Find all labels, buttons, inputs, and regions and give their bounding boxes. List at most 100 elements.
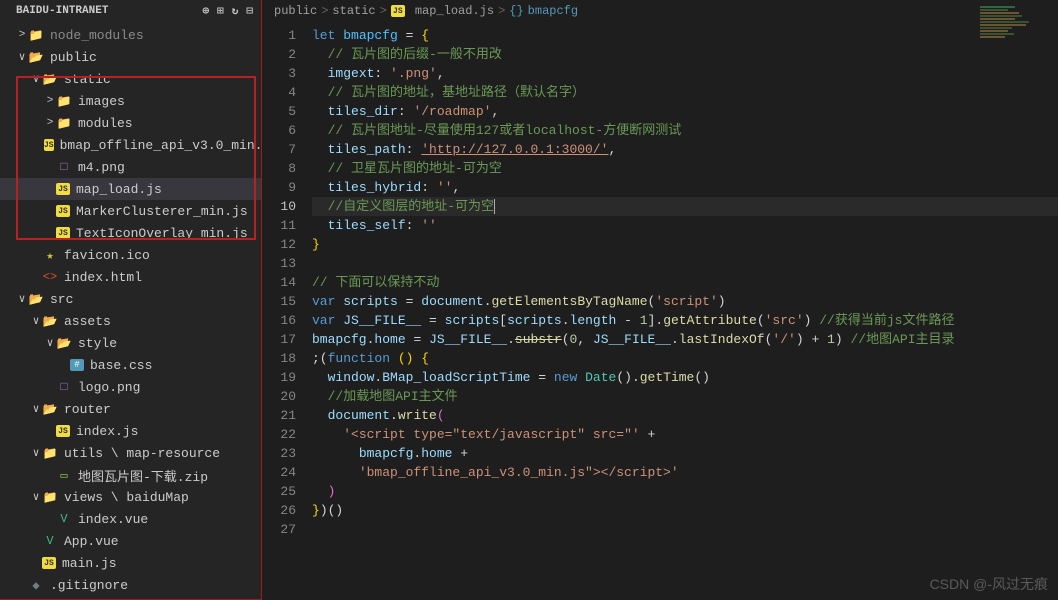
collapse-icon[interactable]: ⊟: [246, 4, 253, 18]
chevron-icon[interactable]: ∨: [30, 72, 42, 86]
folder-icon: 📁: [28, 27, 44, 43]
JS-icon: JS: [56, 183, 70, 195]
tree-item[interactable]: ▭地图瓦片图-下载.zip: [0, 464, 261, 486]
chevron-icon[interactable]: ∨: [30, 402, 42, 416]
folder-open-icon: 📂: [42, 313, 58, 329]
tree-item[interactable]: >📁images: [0, 90, 261, 112]
★-icon: ★: [42, 247, 58, 263]
#-icon: [70, 359, 84, 371]
tree-item[interactable]: ∨📁views \ baiduMap: [0, 486, 261, 508]
tree-item[interactable]: JSbmap_offline_api_v3.0_min.js: [0, 134, 261, 156]
code-line[interactable]: tiles_self: '': [312, 216, 1058, 235]
code-line[interactable]: tiles_path: 'http://127.0.0.1:3000/',: [312, 140, 1058, 159]
code-line[interactable]: [312, 520, 1058, 539]
code-line[interactable]: })(): [312, 501, 1058, 520]
code-editor[interactable]: 1234567891011121314151617181920212223242…: [262, 22, 1058, 600]
code-line[interactable]: //自定义图层的地址-可为空: [312, 197, 1058, 216]
tree-item[interactable]: JSindex.js: [0, 420, 261, 442]
minimap[interactable]: [980, 6, 1050, 86]
refresh-icon[interactable]: ↻: [232, 4, 239, 18]
code-line[interactable]: // 瓦片图的后缀-一般不用改: [312, 45, 1058, 64]
tree-item[interactable]: JSmain.js: [0, 552, 261, 574]
code-line[interactable]: // 瓦片图地址-尽量使用127或者localhost-方便断网测试: [312, 121, 1058, 140]
tree-item[interactable]: ∨📂router: [0, 398, 261, 420]
code-line[interactable]: bmapcfg.home = JS__FILE__.substr(0, JS__…: [312, 330, 1058, 349]
code-line[interactable]: // 卫星瓦片图的地址-可为空: [312, 159, 1058, 178]
tree-item[interactable]: JSTextIconOverlay_min.js: [0, 222, 261, 244]
code-line[interactable]: var scripts = document.getElementsByTagN…: [312, 292, 1058, 311]
tree-item[interactable]: Vindex.vue: [0, 508, 261, 530]
code-content[interactable]: let bmapcfg = { // 瓦片图的后缀-一般不用改 imgext: …: [312, 22, 1058, 600]
line-number: 17: [262, 330, 296, 349]
chevron-icon[interactable]: ∨: [30, 314, 42, 328]
chevron-icon[interactable]: ∨: [44, 336, 56, 350]
tree-item[interactable]: □m4.png: [0, 156, 261, 178]
folder-icon: 📁: [42, 489, 58, 505]
tree-item[interactable]: □logo.png: [0, 376, 261, 398]
chevron-icon[interactable]: ∨: [16, 50, 28, 64]
code-line[interactable]: '<script type="text/javascript" src="' +: [312, 425, 1058, 444]
tree-item[interactable]: base.css: [0, 354, 261, 376]
breadcrumb-item[interactable]: public: [274, 4, 317, 18]
□-icon: □: [56, 159, 72, 175]
tree-item[interactable]: JSMarkerClusterer_min.js: [0, 200, 261, 222]
tree-item[interactable]: ∨📂static: [0, 68, 261, 90]
line-number: 27: [262, 520, 296, 539]
tree-item-label: App.vue: [64, 534, 261, 549]
code-line[interactable]: imgext: '.png',: [312, 64, 1058, 83]
line-number: 7: [262, 140, 296, 159]
tree-item[interactable]: ∨📂assets: [0, 310, 261, 332]
tree-item[interactable]: VApp.vue: [0, 530, 261, 552]
chevron-icon[interactable]: ∨: [30, 446, 42, 460]
code-line[interactable]: //加载地图API主文件: [312, 387, 1058, 406]
tree-item[interactable]: ∨📁utils \ map-resource: [0, 442, 261, 464]
tree-item[interactable]: JSmap_load.js: [0, 178, 261, 200]
explorer-header: BAIDU-INTRANET ⊕ ⊞ ↻ ⊟: [0, 0, 261, 22]
tree-item[interactable]: >📁 node_modules: [0, 24, 261, 46]
code-line[interactable]: // 瓦片图的地址，基地址路径（默认名字）: [312, 83, 1058, 102]
line-number: 18: [262, 349, 296, 368]
tree-item[interactable]: >📁modules: [0, 112, 261, 134]
folder-open-icon: 📂: [42, 71, 58, 87]
tree-item[interactable]: ∨📂src: [0, 288, 261, 310]
breadcrumb-item[interactable]: {}bmapcfg: [509, 4, 578, 18]
code-line[interactable]: ): [312, 482, 1058, 501]
code-line[interactable]: [312, 254, 1058, 273]
code-line[interactable]: let bmapcfg = {: [312, 26, 1058, 45]
line-number: 14: [262, 273, 296, 292]
code-line[interactable]: ;(function () {: [312, 349, 1058, 368]
code-line[interactable]: }: [312, 235, 1058, 254]
new-file-icon[interactable]: ⊕: [203, 4, 210, 18]
chevron-icon[interactable]: >: [44, 95, 56, 107]
breadcrumbs[interactable]: public>static>JSmap_load.js>{}bmapcfg: [262, 0, 1058, 22]
code-line[interactable]: document.write(: [312, 406, 1058, 425]
V-icon: V: [56, 511, 72, 527]
code-line[interactable]: window.BMap_loadScriptTime = new Date().…: [312, 368, 1058, 387]
tree-item[interactable]: <>index.html: [0, 266, 261, 288]
file-tree[interactable]: >📁node_modules∨📂public∨📂static>📁images>📁…: [0, 22, 261, 599]
code-line[interactable]: tiles_dir: '/roadmap',: [312, 102, 1058, 121]
chevron-icon[interactable]: ∨: [30, 490, 42, 504]
line-gutter: 1234567891011121314151617181920212223242…: [262, 22, 312, 600]
code-line[interactable]: var JS__FILE__ = scripts[scripts.length …: [312, 311, 1058, 330]
tree-item[interactable]: ∨📂style: [0, 332, 261, 354]
line-number: 4: [262, 83, 296, 102]
chevron-icon[interactable]: ∨: [16, 292, 28, 306]
tree-item[interactable]: ◆.gitignore: [0, 574, 261, 596]
code-line[interactable]: tiles_hybrid: '',: [312, 178, 1058, 197]
code-line[interactable]: 'bmap_offline_api_v3.0_min.js"></script>…: [312, 463, 1058, 482]
chevron-icon[interactable]: >: [16, 29, 28, 41]
breadcrumb-item[interactable]: static: [332, 4, 375, 18]
JS-icon: JS: [42, 557, 56, 569]
watermark: CSDN @-风过无痕: [930, 574, 1048, 594]
breadcrumb-item[interactable]: JSmap_load.js: [391, 4, 494, 18]
tree-item[interactable]: ∨📂public: [0, 46, 261, 68]
tree-item[interactable]: ★favicon.ico: [0, 244, 261, 266]
JS-icon: JS: [56, 205, 70, 217]
new-folder-icon[interactable]: ⊞: [217, 4, 224, 18]
code-line[interactable]: bmapcfg.home +: [312, 444, 1058, 463]
chevron-icon[interactable]: >: [44, 117, 56, 129]
header-actions: ⊕ ⊞ ↻ ⊟: [203, 4, 254, 18]
code-line[interactable]: // 下面可以保持不动: [312, 273, 1058, 292]
tree-item-label: node_modules: [50, 28, 261, 43]
